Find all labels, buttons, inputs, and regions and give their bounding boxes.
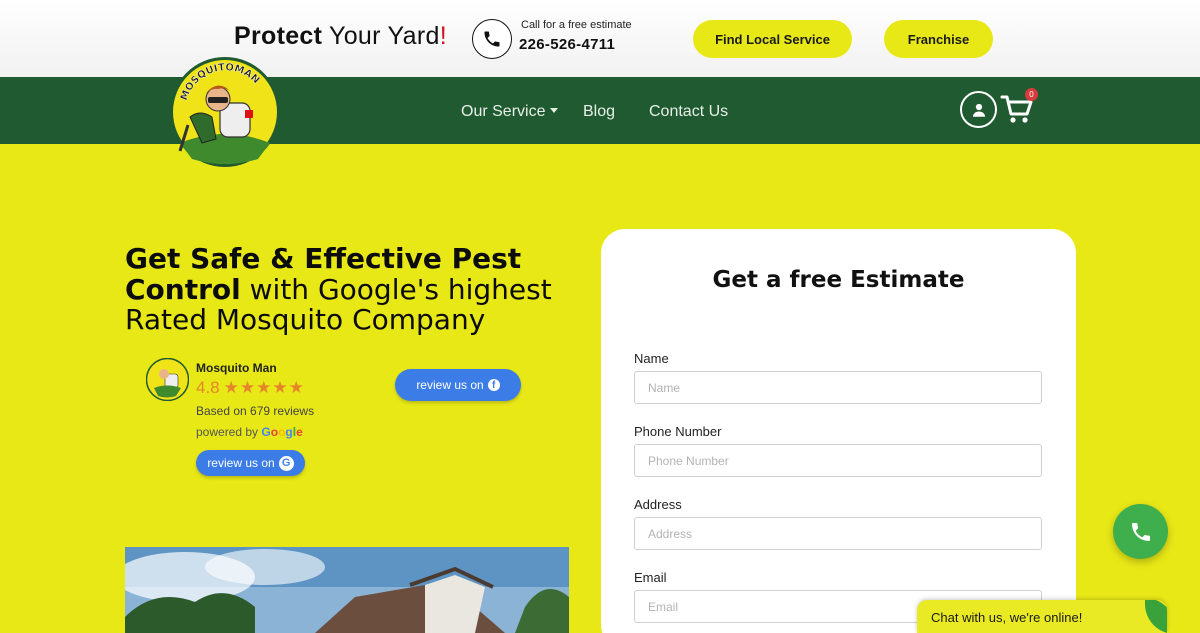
google-wordmark-icon: Google: [261, 425, 303, 439]
phone-input[interactable]: [634, 444, 1042, 477]
hero-title-bold-2: Control: [125, 272, 241, 306]
review-facebook-button[interactable]: review us on f: [395, 369, 521, 401]
review-rating: 4.8 ★★★★★: [196, 378, 305, 398]
hero-title-light-3: Rated Mosquito Company: [125, 303, 486, 336]
name-label: Name: [634, 351, 669, 366]
facebook-icon: f: [487, 379, 500, 391]
tagline-rest: Your Yard: [329, 22, 440, 50]
hero-title-bold-1: Get Safe & Effective Pest: [125, 242, 522, 275]
tagline-bold: Protect: [234, 22, 323, 50]
phone-icon[interactable]: [472, 19, 512, 59]
review-google-label: review us on: [207, 456, 275, 470]
hero-title: Get Safe & Effective Pest Control with G…: [125, 242, 595, 336]
reviewer-name: Mosquito Man: [196, 361, 277, 375]
nav-our-service[interactable]: Our Service: [461, 103, 559, 121]
franchise-button[interactable]: Franchise: [884, 20, 993, 58]
call-number[interactable]: 226-526-4711: [519, 36, 615, 53]
house-image: [125, 547, 569, 633]
reviewer-avatar: [146, 358, 189, 401]
mosquitoman-logo[interactable]: MOSQUITOMAN: [168, 55, 282, 169]
estimate-form: Get a free Estimate Name Phone Number Ad…: [601, 229, 1076, 633]
chat-text: Chat with us, we're online!: [931, 610, 1083, 625]
tagline-exclamation: !: [439, 22, 447, 50]
nav-blog[interactable]: Blog: [583, 103, 615, 121]
phone-fab-icon: [1131, 522, 1150, 541]
powered-by-google: powered by Google: [196, 425, 303, 439]
powered-by-label: powered by: [196, 425, 259, 439]
hero-title-light-2: with Google's highest: [240, 272, 552, 306]
address-label: Address: [634, 497, 682, 512]
address-input[interactable]: [634, 517, 1042, 550]
chat-leaf-icon: [1145, 600, 1167, 633]
nav-contact-us[interactable]: Contact Us: [649, 103, 728, 121]
find-local-service-button[interactable]: Find Local Service: [693, 20, 852, 58]
email-label: Email: [634, 570, 667, 585]
caret-down-icon: [550, 108, 559, 113]
chat-widget[interactable]: Chat with us, we're online!: [917, 600, 1167, 633]
user-account-icon[interactable]: [960, 91, 997, 128]
tagline: Protect Your Yard!: [234, 22, 447, 51]
google-icon: G: [278, 455, 294, 471]
call-label: Call for a free estimate: [521, 19, 632, 31]
review-facebook-label: review us on: [416, 378, 484, 392]
cart-count-badge: 0: [1025, 88, 1038, 101]
call-button[interactable]: [1113, 504, 1168, 559]
phone-label: Phone Number: [634, 424, 722, 439]
form-title: Get a free Estimate: [712, 267, 965, 293]
rating-stars-icon: ★★★★★: [223, 378, 305, 397]
nav-our-service-label: Our Service: [461, 103, 546, 120]
review-count: Based on 679 reviews: [196, 404, 315, 418]
review-google-button[interactable]: review us on G: [196, 450, 305, 476]
rating-value: 4.8: [196, 378, 220, 397]
name-input[interactable]: [634, 371, 1042, 404]
